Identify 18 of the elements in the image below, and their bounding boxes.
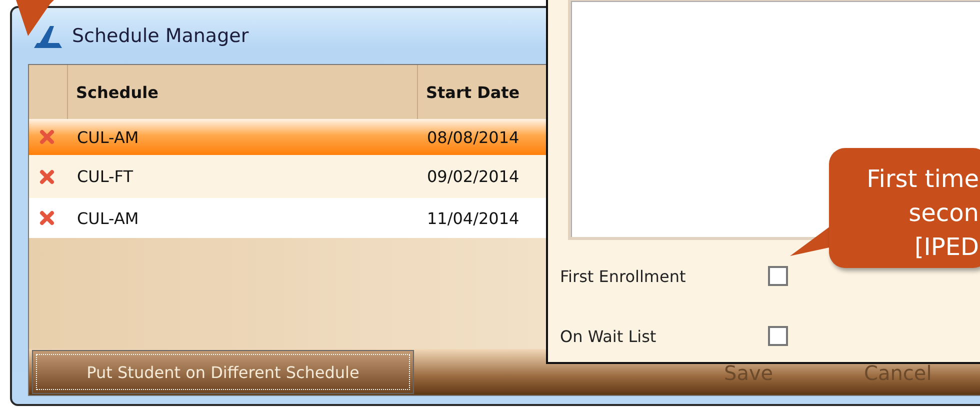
callout-text: [IPED [913, 232, 980, 263]
callout-text: First time [866, 164, 980, 195]
field-label: First Enrollment [560, 266, 687, 286]
checkbox[interactable] [768, 266, 788, 286]
delete-icon[interactable] [39, 129, 55, 145]
delete-icon[interactable] [39, 210, 55, 226]
change-schedule-button[interactable]: Put Student on Different Schedule [32, 350, 414, 394]
table-cell: 09/02/2014 [427, 167, 520, 186]
table-cell: 08/08/2014 [427, 128, 520, 146]
table-cell: CUL-AM [77, 208, 139, 228]
window-title: Schedule Manager [72, 25, 249, 47]
table-cell: CUL-AM [77, 128, 139, 146]
delete-icon[interactable] [39, 168, 55, 184]
field-label: On Wait List [560, 326, 658, 346]
checkbox[interactable] [768, 326, 788, 346]
table-cell: CUL-FT [77, 167, 133, 186]
table-cell: 11/04/2014 [427, 208, 520, 228]
callout-text: secon [908, 198, 980, 229]
